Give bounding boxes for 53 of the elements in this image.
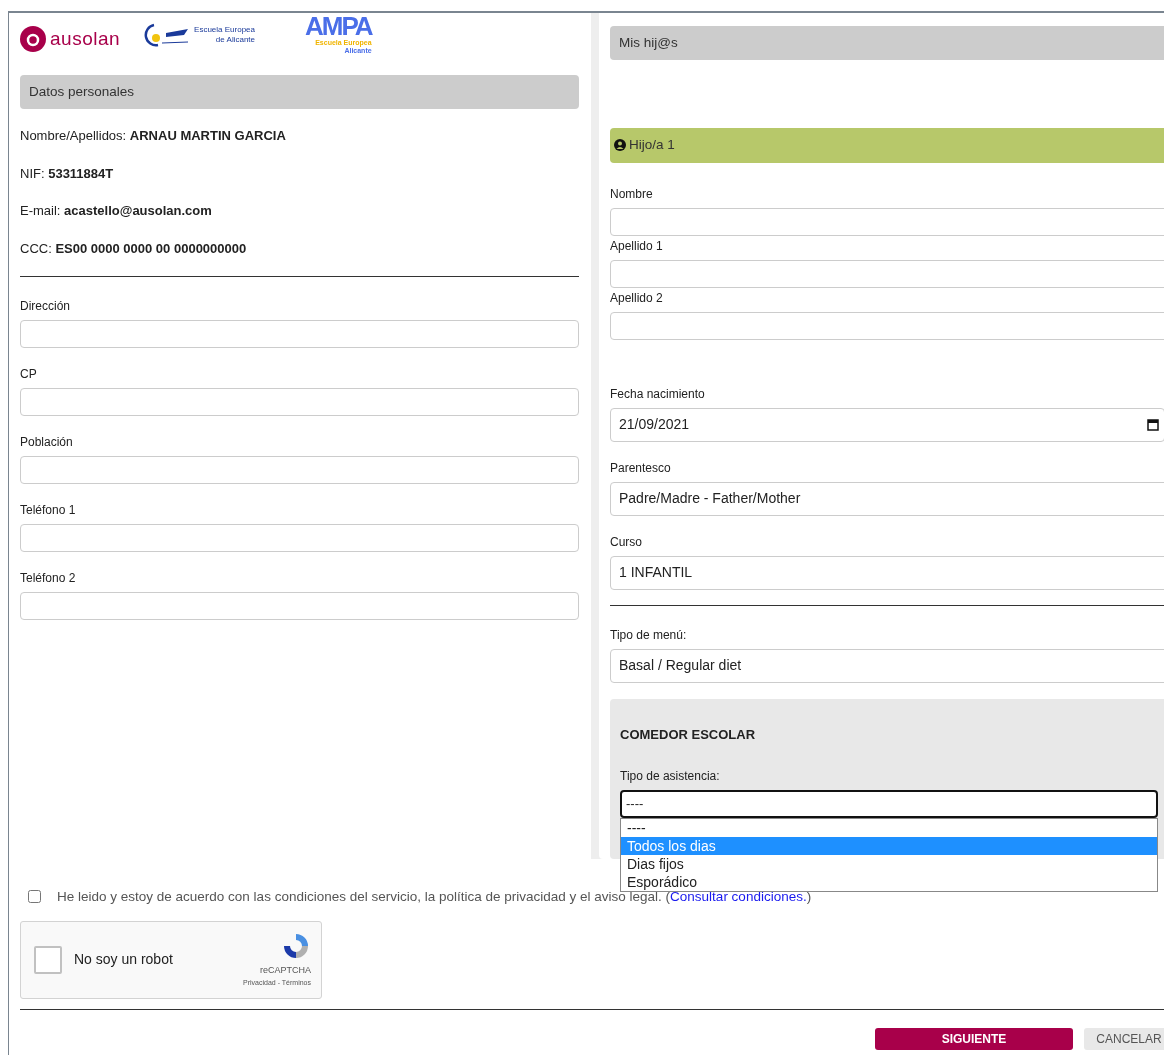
field-label: Teléfono 1 xyxy=(20,502,77,520)
info-line: E-mail: acastello@ausolan.com xyxy=(20,202,213,221)
section-header: Mis hij@s xyxy=(610,26,1164,61)
input-field[interactable] xyxy=(610,311,1164,340)
calendar-icon[interactable] xyxy=(1147,418,1159,431)
date-field[interactable]: 21/09/2021 xyxy=(610,407,1164,442)
school-name: Escuela Europea xyxy=(194,25,255,35)
captcha-brand: reCAPTCHA xyxy=(260,964,311,978)
info-line: Nombre/Apellidos: ARNAU MARTIN GARCIA xyxy=(20,127,287,146)
school-logo-icon xyxy=(144,23,191,47)
conditions-link[interactable]: Consultar condiciones. xyxy=(670,888,807,904)
child-title: Hijo/a 1 xyxy=(629,136,675,155)
captcha-checkbox[interactable] xyxy=(34,945,62,974)
consent-text: He leido y estoy de acuerdo con las condiciones del servicio, la política de privacidad y el aviso legal. (Consultar condiciones.) xyxy=(57,888,812,906)
field-label: Tipo de asistencia: xyxy=(620,768,721,785)
field-label: Fecha nacimiento xyxy=(610,385,706,403)
field-label: Parentesco xyxy=(610,459,672,477)
dropdown-option[interactable]: Dias fijos xyxy=(621,855,1157,873)
captcha-label: No soy un robot xyxy=(74,950,174,970)
input-field[interactable] xyxy=(20,456,579,485)
cancel-button[interactable]: CANCELAR xyxy=(1084,1027,1164,1050)
section-header: Datos personales xyxy=(20,75,579,110)
info-line: NIF: 53311884T xyxy=(20,164,115,183)
user-icon xyxy=(614,139,626,152)
input-field[interactable] xyxy=(610,207,1164,236)
field-label: Apellido 1 xyxy=(610,237,664,255)
input-field[interactable] xyxy=(610,259,1164,288)
consent-checkbox[interactable] xyxy=(28,890,41,904)
select-field[interactable]: Padre/Madre - Father/Mother xyxy=(610,481,1164,516)
select-field[interactable]: 1 INFANTIL xyxy=(610,555,1164,590)
input-field[interactable] xyxy=(20,320,579,349)
dropdown-option[interactable]: ---- xyxy=(621,819,1157,837)
select-field[interactable]: ---- xyxy=(620,790,1158,818)
field-label: CP xyxy=(20,366,38,384)
logo-icon xyxy=(20,26,46,53)
field-label: Tipo de menú: xyxy=(610,626,688,644)
input-field[interactable] xyxy=(20,592,579,621)
school-name: de Alicante xyxy=(214,35,255,45)
field-label: Teléfono 2 xyxy=(20,570,77,588)
select-field[interactable]: Basal / Regular diet xyxy=(610,648,1164,683)
brand-name: ausolan xyxy=(50,27,121,51)
info-line: CCC: ES00 0000 0000 00 0000000000 xyxy=(20,239,248,258)
field-label: Apellido 2 xyxy=(610,289,664,307)
next-button[interactable]: SIGUIENTE xyxy=(875,1027,1073,1050)
input-field[interactable] xyxy=(20,524,579,553)
field-label: Dirección xyxy=(20,298,71,316)
ampa-title: AMPA xyxy=(305,13,372,39)
field-label: Nombre xyxy=(610,185,654,203)
panel-title: COMEDOR ESCOLAR xyxy=(620,725,756,744)
input-field[interactable] xyxy=(20,388,579,417)
field-label: Población xyxy=(20,434,74,452)
field-label: Curso xyxy=(610,533,643,551)
dropdown-option[interactable]: Esporádico xyxy=(621,873,1157,891)
